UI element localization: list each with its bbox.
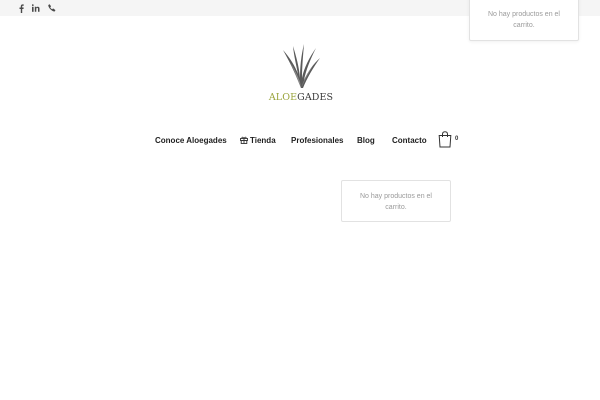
cart-empty-message: No hay productos en el carrito. <box>360 193 432 211</box>
logo-wordmark: ALOEGADES <box>268 92 334 103</box>
facebook-icon[interactable] <box>16 3 26 13</box>
cart-dropdown: No hay productos en el carrito. <box>341 180 451 222</box>
nav-item-conoce-aloegades[interactable]: Conoce Aloegades <box>155 134 227 148</box>
top-cart-popup: No hay productos en el carrito. <box>469 0 579 41</box>
cart-button[interactable]: 0 <box>438 131 462 149</box>
site-logo[interactable]: ALOEGADES <box>266 44 336 106</box>
nav-item-profesionales[interactable]: Profesionales <box>291 134 343 148</box>
gift-icon <box>240 135 248 149</box>
nav-item-tienda[interactable]: Tienda <box>240 134 276 148</box>
nav-item-contacto[interactable]: Contacto <box>392 134 427 148</box>
linkedin-icon[interactable] <box>31 3 41 13</box>
shopping-bag-icon <box>438 131 452 148</box>
top-cart-empty-message: No hay productos en el carrito. <box>488 11 560 29</box>
cart-count-badge: 0 <box>455 136 459 142</box>
aloe-leaf-icon <box>283 44 320 88</box>
nav-item-blog[interactable]: Blog <box>357 134 375 148</box>
phone-icon[interactable] <box>47 3 57 13</box>
